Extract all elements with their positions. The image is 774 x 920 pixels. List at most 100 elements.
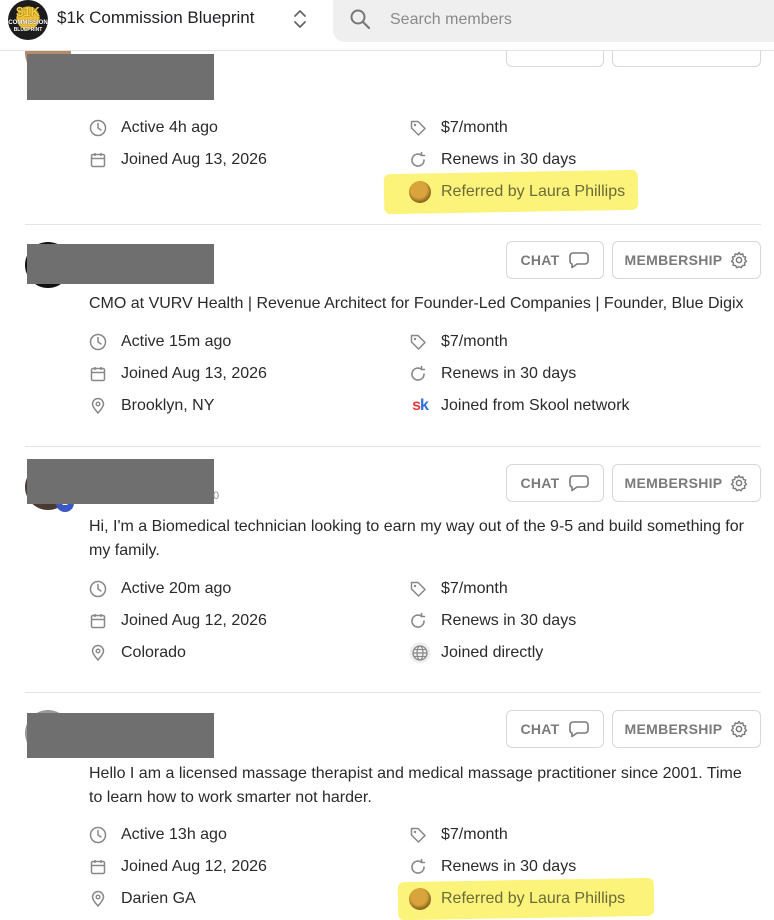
location-text: Darien GA (121, 890, 196, 907)
price: $7/month (409, 330, 508, 354)
calendar-icon (89, 151, 107, 169)
search-bar[interactable] (333, 0, 774, 42)
redacted-member-name (27, 244, 214, 284)
referrer-link[interactable]: Referred by Laura Phillips (441, 183, 625, 201)
location: Brooklyn, NY (89, 394, 214, 418)
price-text: $7/month (441, 119, 508, 136)
last-active: Active 13h ago (89, 823, 227, 847)
location: Colorado (89, 641, 186, 665)
chat-button-label: CHAT (520, 252, 560, 268)
renewal: Renews in 30 days (409, 609, 576, 633)
join-source-text: Joined directly (441, 644, 544, 661)
search-input[interactable] (388, 8, 742, 32)
location-pin-icon (89, 890, 107, 908)
last-active-text: Active 4h ago (121, 119, 218, 136)
price: $7/month (409, 116, 508, 140)
gear-icon (731, 474, 748, 492)
referral-source[interactable]: Referred by Laura Phillips (409, 180, 625, 204)
membership-button-label: MEMBERSHIP (624, 721, 723, 737)
renewal: Renews in 30 days (409, 148, 576, 172)
last-active: Active 20m ago (89, 577, 231, 601)
calendar-icon (89, 858, 107, 876)
group-logo[interactable]: $1K COMMISSION BLUEPRINT (8, 0, 48, 40)
join-source-text: Joined from Skool network (441, 397, 630, 414)
logo-text-top: $1K (16, 4, 40, 19)
member-bio: Hello I am a licensed massage therapist … (89, 765, 742, 806)
referrer-avatar (409, 181, 431, 203)
globe-icon (409, 642, 431, 664)
chat-button-label: CHAT (520, 475, 560, 491)
referrer-avatar (409, 888, 431, 910)
join-date: Joined Aug 13, 2026 (89, 362, 267, 386)
price: $7/month (409, 577, 508, 601)
redacted-member-name (27, 54, 214, 100)
member-bio: CMO at VURV Health | Revenue Architect f… (89, 295, 744, 312)
referrer-link[interactable]: Referred by Laura Phillips (441, 890, 625, 908)
top-bar: $1K COMMISSION BLUEPRINT $1k Commission … (0, 0, 774, 51)
logo-text-bottom: BLUEPRINT (13, 27, 43, 33)
divider (25, 446, 761, 447)
renew-icon (409, 858, 427, 876)
membership-button-label: MEMBERSHIP (624, 475, 723, 491)
price-tag-icon (409, 119, 427, 137)
renewal: Renews in 30 days (409, 855, 576, 879)
location: Darien GA (89, 887, 196, 911)
gear-icon (731, 251, 748, 269)
group-name[interactable]: $1k Commission Blueprint (57, 8, 254, 28)
location-pin-icon (89, 644, 107, 662)
chat-button[interactable]: CHAT (506, 241, 604, 279)
price-text: $7/month (441, 333, 508, 350)
logo-text-middle: COMMISSION (8, 20, 48, 26)
price-tag-icon (409, 580, 427, 598)
membership-button[interactable]: MEMBERSHIP (612, 710, 761, 748)
join-date: Joined Aug 13, 2026 (89, 148, 267, 172)
calendar-icon (89, 612, 107, 630)
join-date: Joined Aug 12, 2026 (89, 609, 267, 633)
last-active-text: Active 20m ago (121, 580, 232, 597)
location-text: Colorado (121, 644, 186, 661)
price-tag-icon (409, 826, 427, 844)
chat-bubble-icon (568, 252, 589, 269)
calendar-icon (89, 365, 107, 383)
last-active: Active 4h ago (89, 116, 218, 140)
renew-icon (409, 612, 427, 630)
redacted-member-name (27, 459, 214, 504)
join-date-text: Joined Aug 13, 2026 (121, 365, 267, 382)
membership-button[interactable]: MEMBERSHIP (612, 464, 761, 502)
location-text: Brooklyn, NY (121, 397, 215, 414)
chat-bubble-icon (568, 475, 589, 492)
referral-source[interactable]: Referred by Laura Phillips (409, 887, 625, 911)
last-active-text: Active 13h ago (121, 826, 227, 843)
chat-button[interactable]: CHAT (506, 710, 604, 748)
search-icon (350, 9, 371, 30)
join-date-text: Joined Aug 13, 2026 (121, 151, 267, 168)
join-date: Joined Aug 12, 2026 (89, 855, 267, 879)
price-text: $7/month (441, 580, 508, 597)
clock-icon (89, 580, 107, 598)
membership-button-label: MEMBERSHIP (624, 252, 723, 268)
last-active-text: Active 15m ago (121, 333, 232, 350)
renew-icon (409, 365, 427, 383)
price-tag-icon (409, 333, 427, 351)
renew-icon (409, 151, 427, 169)
name-fragment: 0 (213, 490, 220, 502)
clock-icon (89, 119, 107, 137)
gear-icon (731, 720, 748, 738)
price: $7/month (409, 823, 508, 847)
redacted-member-name (27, 713, 214, 758)
divider (25, 692, 761, 693)
chevron-up-down-icon[interactable] (291, 8, 309, 30)
renewal-text: Renews in 30 days (441, 151, 577, 168)
price-text: $7/month (441, 826, 508, 843)
last-active: Active 15m ago (89, 330, 231, 354)
join-source: sk Joined from Skool network (409, 394, 630, 418)
renewal-text: Renews in 30 days (441, 365, 577, 382)
chat-button[interactable]: CHAT (506, 464, 604, 502)
membership-button[interactable]: MEMBERSHIP (612, 241, 761, 279)
renewal-text: Renews in 30 days (441, 858, 577, 875)
chat-bubble-icon (568, 721, 589, 738)
join-source: Joined directly (409, 641, 543, 665)
skool-logo-icon: sk (412, 397, 429, 414)
location-pin-icon (89, 397, 107, 415)
chat-button-label: CHAT (520, 721, 560, 737)
